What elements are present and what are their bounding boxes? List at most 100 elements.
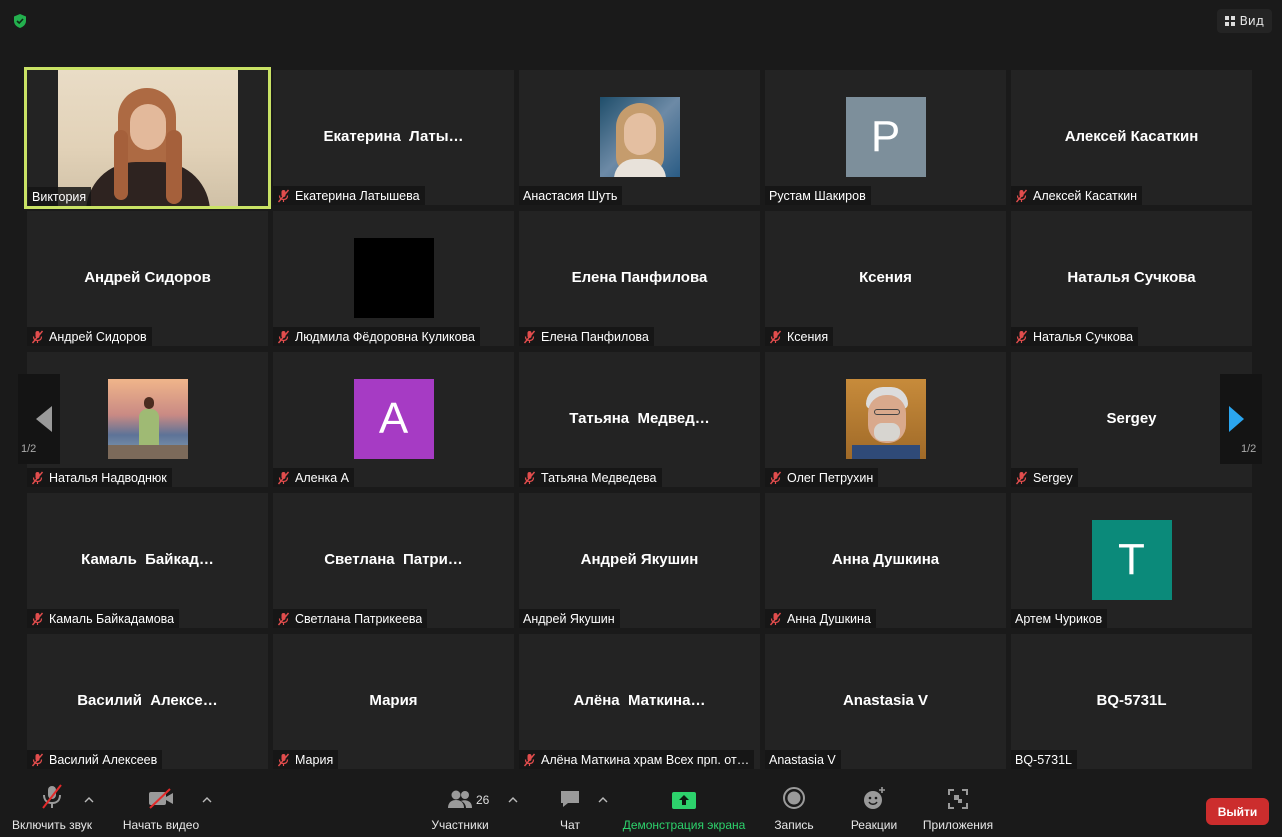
- apps-button[interactable]: Приложения: [918, 780, 998, 837]
- muted-microphone-icon: [769, 612, 782, 626]
- participant-tile[interactable]: Наталья Сучкова Наталья Сучкова: [1011, 211, 1252, 346]
- leave-button[interactable]: Выйти: [1206, 798, 1269, 825]
- participant-name-label: Артем Чуриков: [1011, 609, 1108, 628]
- page-indicator-right: 1/2: [1241, 443, 1257, 455]
- gallery-grid: Виктория Екатерина Латы… Екатерина Латышев…: [24, 67, 1253, 770]
- muted-microphone-icon: [277, 189, 290, 203]
- start-video-button[interactable]: Начать видео: [118, 780, 204, 837]
- muted-microphone-icon: [277, 330, 290, 344]
- participant-display-name: Екатерина Латы…: [323, 127, 464, 145]
- participant-tile[interactable]: Мария Мария: [273, 634, 514, 769]
- participant-name-label: Ксения: [765, 327, 834, 346]
- muted-microphone-icon: [523, 330, 536, 344]
- participant-name-label: Татьяна Медведева: [519, 468, 662, 487]
- participant-tile[interactable]: Анастасия Шуть: [519, 70, 760, 205]
- reactions-label: Реакции: [850, 818, 898, 832]
- share-screen-label: Демонстрация экрана: [622, 818, 746, 832]
- muted-microphone-icon: [277, 753, 290, 767]
- participant-tile[interactable]: Камаль Байкад… Камаль Байкадамова: [27, 493, 268, 628]
- participant-name-label: Елена Панфилова: [519, 327, 654, 346]
- participants-options-chevron-icon[interactable]: [508, 796, 518, 804]
- muted-microphone-icon: [1015, 189, 1028, 203]
- participant-name-label: Светлана Патрикеева: [273, 609, 428, 628]
- security-shield-icon[interactable]: [12, 13, 28, 29]
- participant-name-text: Андрей Якушин: [523, 611, 615, 626]
- participant-name-label: Андрей Сидоров: [27, 327, 152, 346]
- participant-photo: [107, 379, 188, 459]
- participant-name-text: Алексей Касаткин: [1033, 188, 1138, 203]
- audio-options-chevron-icon[interactable]: [84, 796, 94, 804]
- participant-name-label: Алёна Маткина храм Всех прп. от…: [519, 750, 755, 769]
- participant-tile[interactable]: P Рустам Шакиров: [765, 70, 1006, 205]
- emoji-plus-icon: [861, 780, 887, 810]
- muted-microphone-icon: [1015, 471, 1028, 485]
- participant-name-label: Андрей Якушин: [519, 609, 620, 628]
- participant-name-text: Мария: [295, 752, 334, 767]
- muted-microphone-icon: [769, 330, 782, 344]
- participant-tile[interactable]: Андрей Якушин Андрей Якушин: [519, 493, 760, 628]
- record-button[interactable]: Запись: [768, 780, 820, 837]
- participant-tile[interactable]: Ксения Ксения: [765, 211, 1006, 346]
- participant-name-label: Василий Алексеев: [27, 750, 163, 769]
- participant-name-text: Анна Душкина: [787, 611, 871, 626]
- view-button[interactable]: Вид: [1216, 9, 1272, 33]
- participant-name-text: Наталья Надводнюк: [49, 470, 167, 485]
- participant-display-name: Алёна Маткина…: [573, 691, 706, 709]
- participant-tile[interactable]: T Артем Чуриков: [1011, 493, 1252, 628]
- muted-microphone-icon: [277, 471, 290, 485]
- participant-tile[interactable]: A Аленка А: [273, 352, 514, 487]
- gallery-grid-icon: [1224, 16, 1235, 26]
- share-screen-icon: [671, 780, 697, 810]
- muted-microphone-icon: [31, 330, 44, 344]
- participant-name-label: Мария: [273, 750, 339, 769]
- participant-tile[interactable]: Екатерина Латы… Екатерина Латышева: [273, 70, 514, 205]
- unmute-button[interactable]: Включить звук: [8, 780, 96, 837]
- participant-tile[interactable]: Наталья Надводнюк: [27, 352, 268, 487]
- participant-tile[interactable]: Елена Панфилова Елена Панфилова: [519, 211, 760, 346]
- participants-label: Участники: [431, 818, 489, 832]
- participant-tile[interactable]: Анна Душкина Анна Душкина: [765, 493, 1006, 628]
- participant-tile[interactable]: Андрей Сидоров Андрей Сидоров: [27, 211, 268, 346]
- chat-button[interactable]: Чат: [548, 780, 592, 837]
- participants-icon: [446, 780, 474, 810]
- participant-display-name: Андрей Сидоров: [84, 268, 211, 286]
- apps-icon: [947, 780, 969, 810]
- reactions-button[interactable]: Реакции: [846, 780, 902, 837]
- participant-name-text: Олег Петрухин: [787, 470, 874, 485]
- record-label: Запись: [774, 818, 814, 832]
- participant-name-label: Анастасия Шуть: [519, 186, 623, 205]
- participant-avatar: T: [1091, 520, 1172, 600]
- participant-name-text: Светлана Патрикеева: [295, 611, 423, 626]
- participant-name-text: Алёна Маткина храм Всех прп. от…: [541, 752, 750, 767]
- participant-tile[interactable]: Виктория: [24, 67, 271, 209]
- participant-name-label: Людмила Фёдоровна Куликова: [273, 327, 481, 346]
- participant-display-name: Ксения: [859, 268, 912, 286]
- participant-name-label: BQ-5731L: [1011, 750, 1077, 769]
- participant-tile[interactable]: Татьяна Медвед… Татьяна Медведева: [519, 352, 760, 487]
- participant-tile[interactable]: Людмила Фёдоровна Куликова: [273, 211, 514, 346]
- chat-label: Чат: [560, 818, 580, 832]
- participant-tile[interactable]: Олег Петрухин: [765, 352, 1006, 487]
- participant-name-text: Анастасия Шуть: [523, 188, 618, 203]
- participant-name-text: BQ-5731L: [1015, 752, 1072, 767]
- participant-tile[interactable]: Алексей Касаткин Алексей Касаткин: [1011, 70, 1252, 205]
- participant-name-text: Елена Панфилова: [541, 329, 649, 344]
- participant-name-label: Камаль Байкадамова: [27, 609, 180, 628]
- participant-tile[interactable]: Василий Алексе… Василий Алексеев: [27, 634, 268, 769]
- muted-microphone-icon: [769, 471, 782, 485]
- video-options-chevron-icon[interactable]: [202, 796, 212, 804]
- chat-options-chevron-icon[interactable]: [598, 796, 608, 804]
- participant-tile[interactable]: BQ-5731L BQ-5731L: [1011, 634, 1252, 769]
- participant-tile[interactable]: Sergey Sergey: [1011, 352, 1252, 487]
- share-screen-button[interactable]: Демонстрация экрана: [620, 780, 748, 837]
- participant-name-label: Наталья Сучкова: [1011, 327, 1139, 346]
- participant-display-name: Андрей Якушин: [580, 550, 699, 568]
- participant-name-text: Камаль Байкадамова: [49, 611, 175, 626]
- participant-avatar: [353, 238, 434, 318]
- participant-display-name: Анна Душкина: [831, 550, 940, 568]
- participant-tile[interactable]: Алёна Маткина… Алёна Маткина храм Всех пр…: [519, 634, 760, 769]
- participant-tile[interactable]: Светлана Патри… Светлана Патрикеева: [273, 493, 514, 628]
- participants-button[interactable]: Участники: [428, 780, 492, 837]
- participant-tile[interactable]: Anastasia V Anastasia V: [765, 634, 1006, 769]
- participant-name-label: Виктория: [28, 187, 92, 206]
